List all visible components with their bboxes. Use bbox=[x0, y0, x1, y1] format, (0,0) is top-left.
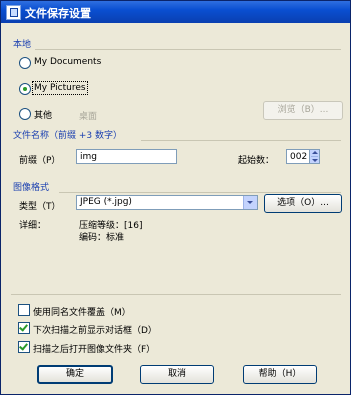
type-select[interactable]: JPEG (*.jpg) bbox=[76, 195, 258, 210]
arrow-up-icon bbox=[312, 151, 318, 154]
arrow-down-icon bbox=[312, 159, 318, 162]
details-label: 详细： bbox=[19, 221, 47, 231]
radio-my-pictures[interactable] bbox=[19, 83, 31, 95]
start-number-spinner[interactable] bbox=[309, 149, 320, 164]
prefix-input[interactable]: img bbox=[76, 149, 177, 164]
type-select-dropdown-button[interactable] bbox=[243, 196, 257, 209]
format-group-title: 图像格式 bbox=[13, 183, 50, 193]
spin-down-button[interactable] bbox=[311, 157, 318, 163]
cancel-button[interactable]: 取消 bbox=[140, 365, 214, 384]
file-save-settings-dialog: 文件保存设置 本地 My Documents My Pictures 其他 桌面… bbox=[0, 0, 351, 395]
location-group-title: 本地 bbox=[13, 40, 32, 50]
radio-my-documents-label[interactable]: My Documents bbox=[34, 57, 101, 67]
radio-my-documents[interactable] bbox=[19, 57, 31, 69]
location-group-separator bbox=[35, 49, 341, 50]
start-number-input[interactable]: 002 bbox=[286, 149, 310, 164]
ok-button[interactable]: 确定 bbox=[37, 365, 113, 384]
type-label: 类型（T） bbox=[19, 202, 61, 212]
filename-group-separator bbox=[141, 140, 341, 141]
radio-other-label[interactable]: 其他 bbox=[34, 108, 52, 121]
format-group-separator bbox=[59, 192, 341, 193]
other-path-text: 桌面 bbox=[79, 112, 98, 122]
radio-my-pictures-label[interactable]: My Pictures bbox=[32, 81, 88, 95]
details-encoding: 编码：标准 bbox=[79, 233, 125, 243]
options-separator bbox=[11, 294, 341, 295]
filename-group-title: 文件名称（前缀 +3 数字） bbox=[13, 131, 122, 141]
open-folder-checkbox-label[interactable]: 扫描之后打开图像文件夹（F） bbox=[33, 342, 155, 355]
help-button[interactable]: 帮助（H） bbox=[243, 365, 317, 384]
open-folder-checkbox[interactable] bbox=[18, 341, 30, 353]
start-number-label: 起始数： bbox=[238, 156, 275, 166]
radio-other[interactable] bbox=[19, 108, 31, 120]
type-select-value: JPEG (*.jpg) bbox=[80, 197, 132, 207]
options-button[interactable]: 选项（O）... bbox=[264, 194, 342, 213]
browse-button[interactable]: 浏览（B）... bbox=[263, 101, 343, 120]
show-dialog-checkbox-label[interactable]: 下次扫描之前显示对话框（D） bbox=[33, 323, 157, 336]
prefix-label: 前缀（P） bbox=[19, 156, 61, 166]
show-dialog-checkbox[interactable] bbox=[18, 322, 30, 334]
chevron-down-icon bbox=[247, 201, 253, 204]
overwrite-checkbox-label[interactable]: 使用同名文件覆盖（M） bbox=[33, 305, 131, 318]
title-bar[interactable]: 文件保存设置 bbox=[1, 1, 350, 23]
overwrite-checkbox[interactable] bbox=[18, 304, 30, 316]
app-icon bbox=[6, 5, 21, 20]
window-title: 文件保存设置 bbox=[25, 7, 91, 20]
spin-up-button[interactable] bbox=[311, 150, 318, 157]
